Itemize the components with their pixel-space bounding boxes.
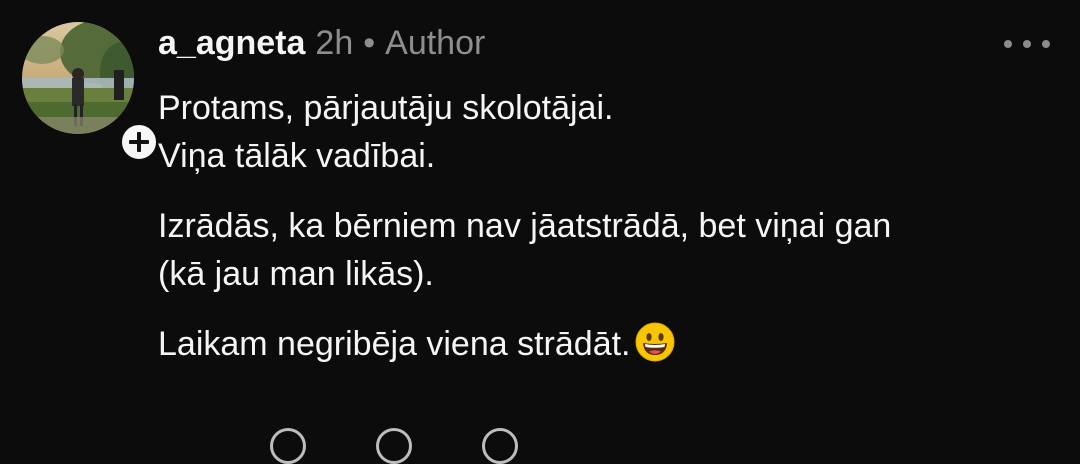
comment-paragraph: Izrādās, ka bērniem nav jāatstrādā, bet …: [158, 202, 1038, 298]
comment-actions: [270, 428, 518, 464]
comment-line: (kā jau man likās).: [158, 255, 434, 293]
share-icon[interactable]: [482, 428, 518, 464]
follow-button[interactable]: [119, 122, 159, 162]
comment-paragraph: Protams, pārjautāju skolotājai. Viņa tāl…: [158, 84, 1038, 180]
comment-line: Izrādās, ka bērniem nav jāatstrādā, bet …: [158, 207, 892, 245]
comment-line-with-emoji: Laikam negribēja viena strādāt.: [158, 320, 1038, 368]
more-horizontal-icon: [1042, 40, 1050, 48]
comment-paragraph: Laikam negribēja viena strādāt.: [158, 320, 1038, 368]
username-link[interactable]: a_agneta: [158, 24, 305, 63]
comment-header: a_agneta 2h • Author: [158, 22, 485, 64]
comment-line: Viņa tālāk vadībai.: [158, 137, 436, 175]
author-badge: Author: [385, 23, 486, 62]
reply-icon[interactable]: [376, 428, 412, 464]
grinning-face-emoji-icon: [635, 322, 674, 362]
avatar-container: [22, 22, 159, 162]
more-options-button[interactable]: [1004, 36, 1050, 52]
comment-text: Laikam negribēja viena strādāt.: [158, 325, 631, 363]
like-icon[interactable]: [270, 428, 306, 464]
more-horizontal-icon: [1023, 40, 1031, 48]
plus-icon: [129, 132, 149, 152]
more-horizontal-icon: [1004, 40, 1012, 48]
timestamp: 2h: [315, 23, 354, 62]
comment-line: Protams, pārjautāju skolotājai.: [158, 89, 614, 127]
avatar-photo-icon: [22, 22, 134, 134]
avatar[interactable]: [22, 22, 134, 134]
comment-body: Protams, pārjautāju skolotājai. Viņa tāl…: [158, 84, 1038, 390]
separator-dot: •: [363, 23, 376, 62]
